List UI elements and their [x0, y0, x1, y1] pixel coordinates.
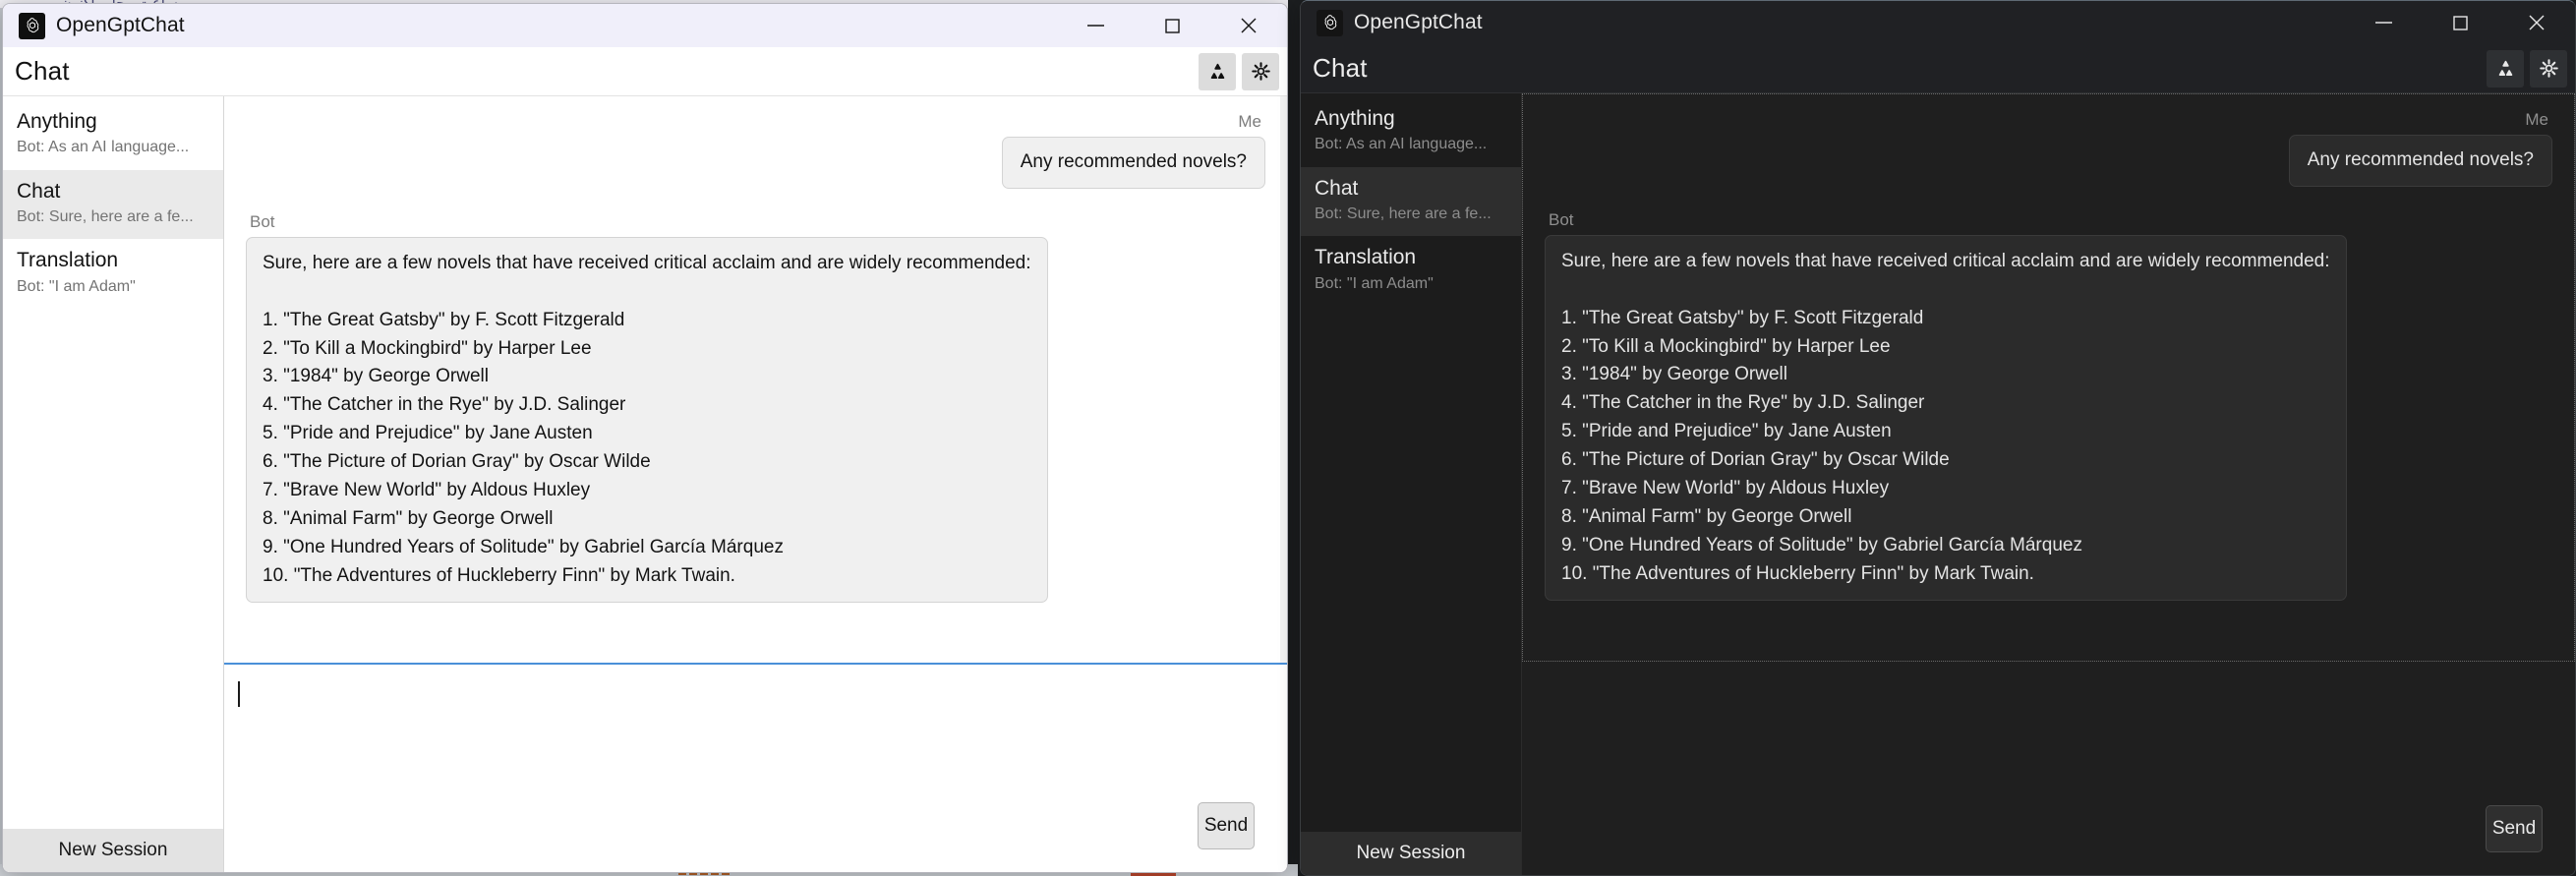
titlebar: OpenGptChat — [1301, 1, 2575, 44]
send-button[interactable]: Send — [2486, 805, 2543, 852]
message-bubble: Any recommended novels? — [1001, 137, 1265, 189]
page-title: Chat — [15, 56, 70, 86]
sidebar-item-chat[interactable]: Chat Bot: Sure, here are a fe... — [3, 169, 223, 240]
openai-logo-icon — [19, 12, 45, 39]
settings-button[interactable] — [1242, 52, 1279, 90]
titlebar: OpenGptChat — [3, 4, 1287, 47]
message-item-bot: Bot Sure, here are a few novels that hav… — [1545, 210, 2552, 602]
sidebar-item-anything[interactable]: Anything Bot: As an AI language... — [1301, 97, 1521, 167]
session-title: Anything — [17, 110, 97, 133]
app-title: OpenGptChat — [56, 14, 185, 36]
window-controls — [1057, 4, 1287, 47]
message-list[interactable]: Me Any recommended novels? Bot Sure, her… — [1522, 93, 2575, 662]
message-item-bot: Bot Sure, here are a few novels that hav… — [246, 212, 1265, 604]
session-title: Chat — [1315, 176, 1359, 200]
session-preview: Bot: As an AI language... — [1315, 136, 1488, 153]
sidebar: Anything Bot: As an AI language... Chat … — [1301, 93, 1522, 875]
message-author: Me — [1238, 112, 1261, 131]
chat-column: Me Any recommended novels? Bot Sure, her… — [1522, 93, 2575, 875]
messages-scrollbar[interactable] — [1280, 96, 1287, 663]
message-bubble: Sure, here are a few novels that have re… — [246, 236, 1048, 604]
new-session-button[interactable]: New Session — [1301, 832, 1521, 875]
page-header: Chat — [1301, 44, 2575, 93]
message-author: Me — [2525, 110, 2548, 129]
message-author: Bot — [250, 211, 275, 231]
header-actions — [1199, 52, 1279, 90]
message-item-user: Me Any recommended novels? — [246, 112, 1265, 189]
session-preview: Bot: Sure, here are a fe... — [17, 207, 194, 225]
header-actions — [2487, 49, 2567, 88]
composer[interactable]: Send — [1522, 662, 2575, 875]
sidebar-item-chat[interactable]: Chat Bot: Sure, here are a fe... — [1301, 166, 1521, 237]
message-bubble: Any recommended novels? — [2288, 135, 2552, 187]
send-button[interactable]: Send — [1198, 802, 1255, 849]
minimize-button[interactable] — [1057, 4, 1134, 47]
theme-toggle-button[interactable] — [2487, 49, 2524, 88]
theme-toggle-button[interactable] — [1199, 52, 1236, 90]
session-preview: Bot: "I am Adam" — [1315, 274, 1434, 292]
session-title: Translation — [1315, 246, 1417, 269]
gear-icon — [1251, 62, 1270, 81]
sidebar-item-anything[interactable]: Anything Bot: As an AI language... — [3, 100, 223, 170]
new-session-button[interactable]: New Session — [3, 829, 223, 872]
message-item-user: Me Any recommended novels? — [1545, 110, 2552, 187]
gear-icon — [2539, 59, 2558, 78]
opengptchat-window-dark: OpenGptChat Chat Anything Bot: As an AI … — [1300, 0, 2576, 876]
sidebar-item-translation[interactable]: Translation Bot: "I am Adam" — [3, 239, 223, 309]
session-preview: Bot: As an AI language... — [17, 139, 190, 156]
recycle-icon — [1210, 63, 1224, 79]
session-preview: Bot: Sure, here are a fe... — [1315, 204, 1492, 222]
session-title: Chat — [17, 179, 61, 203]
close-button[interactable] — [2498, 1, 2575, 44]
message-author: Bot — [1549, 209, 1574, 229]
composer[interactable]: Send — [224, 665, 1287, 872]
sidebar-item-translation[interactable]: Translation Bot: "I am Adam" — [1301, 236, 1521, 306]
messages-scrollbar[interactable] — [2567, 94, 2574, 661]
session-list: Anything Bot: As an AI language... Chat … — [1301, 93, 1521, 832]
session-preview: Bot: "I am Adam" — [17, 277, 136, 295]
session-title: Translation — [17, 249, 119, 272]
minimize-button[interactable] — [2345, 1, 2422, 44]
window-body: Anything Bot: As an AI language... Chat … — [1301, 93, 2575, 875]
message-bubble: Sure, here are a few novels that have re… — [1545, 234, 2347, 602]
text-caret — [238, 681, 240, 707]
openai-logo-icon — [1317, 9, 1343, 36]
maximize-button[interactable] — [1134, 4, 1210, 47]
window-body: Anything Bot: As an AI language... Chat … — [3, 96, 1287, 872]
settings-button[interactable] — [2530, 49, 2567, 88]
recycle-icon — [2498, 60, 2512, 76]
close-button[interactable] — [1210, 4, 1287, 47]
page-title: Chat — [1313, 53, 1368, 83]
window-controls — [2345, 1, 2575, 44]
session-title: Anything — [1315, 107, 1395, 130]
sidebar: Anything Bot: As an AI language... Chat … — [3, 96, 224, 872]
message-list[interactable]: Me Any recommended novels? Bot Sure, her… — [224, 96, 1287, 665]
text-caret — [1536, 678, 1538, 704]
session-list: Anything Bot: As an AI language... Chat … — [3, 96, 223, 829]
app-title: OpenGptChat — [1354, 11, 1483, 33]
page-header: Chat — [3, 47, 1287, 96]
opengptchat-window-light: OpenGptChat Chat Anything Bot: As an AI … — [2, 3, 1288, 873]
maximize-button[interactable] — [2422, 1, 2498, 44]
chat-column: Me Any recommended novels? Bot Sure, her… — [224, 96, 1287, 872]
